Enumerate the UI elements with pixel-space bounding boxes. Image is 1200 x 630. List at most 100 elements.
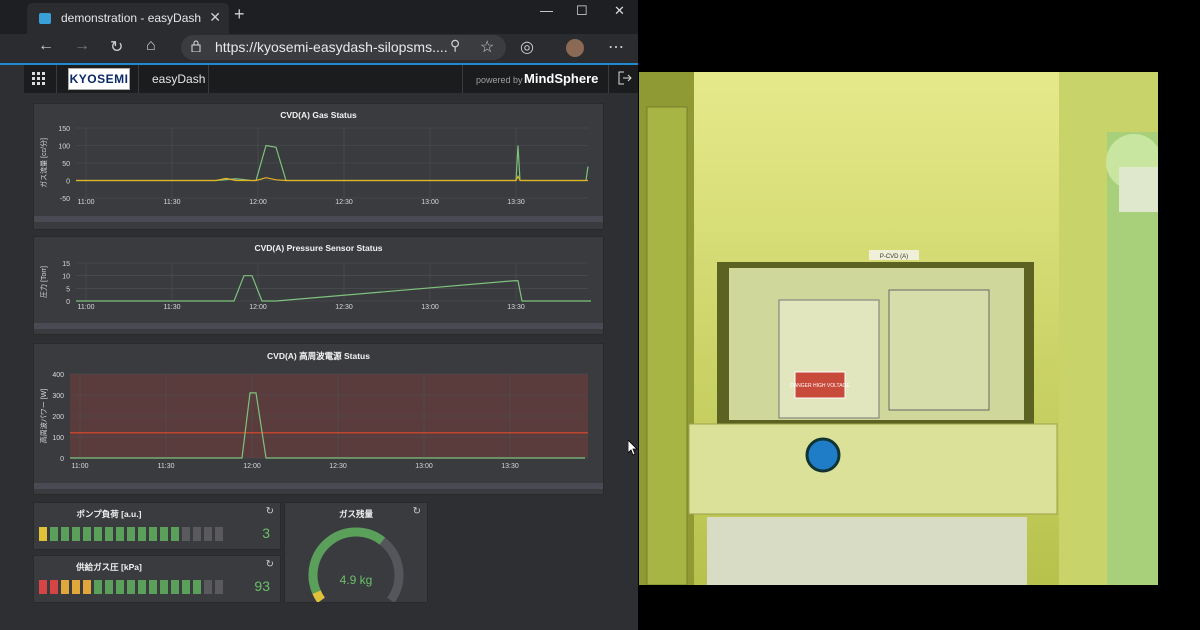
rf-power-status-panel: CVD(A) 高周波電源 Status 400 300 200 100 0 11:00 11…	[33, 343, 604, 495]
indicator-lamp-icon	[805, 437, 841, 473]
header-divider	[608, 65, 609, 93]
refresh-icon[interactable]: ↻	[110, 37, 123, 57]
refresh-icon[interactable]: ↻	[266, 559, 274, 570]
navigation-bar: ← → ↻ ⌂ https://kyosemi-easydash-silopsm…	[0, 34, 638, 63]
refresh-icon[interactable]: ↻	[266, 506, 274, 517]
chart-legend	[34, 483, 603, 489]
level-segment	[94, 527, 102, 541]
gas-status-panel: CVD(A) Gas Status 150 100 50 0 -50 11:00 11:30…	[33, 103, 604, 230]
logo-text: KYOSEMI	[69, 72, 129, 86]
level-segment	[72, 527, 80, 541]
level-segment	[193, 580, 201, 594]
level-segment	[116, 580, 124, 594]
level-segment	[105, 580, 113, 594]
level-segment	[105, 527, 113, 541]
logout-icon[interactable]	[618, 71, 632, 85]
level-segment	[72, 580, 80, 594]
more-menu-icon[interactable]: ⋯	[608, 37, 624, 57]
level-segment	[149, 580, 157, 594]
x-tick-label: 11:00	[72, 463, 89, 470]
app-grid-icon[interactable]	[32, 72, 46, 86]
level-segment	[171, 580, 179, 594]
close-tab-icon[interactable]: ✕	[209, 9, 221, 26]
mindsphere-brand: MindSphere	[524, 71, 599, 86]
refresh-icon[interactable]: ↻	[413, 506, 421, 517]
y-tick-label: 300	[52, 393, 64, 400]
forward-icon[interactable]: →	[74, 37, 90, 55]
x-tick-label: 12:00	[243, 463, 261, 470]
rf-power-status-chart: 400 300 200 100 0 11:00 11:30 12:00 12:30 13:00 13…	[39, 372, 588, 470]
level-segment	[149, 527, 157, 541]
pump-load-gauge: ポンプ負荷 [a.u.] ↻ 3	[33, 502, 281, 550]
pressure-status-panel: CVD(A) Pressure Sensor Status 15 10 5 0 11:0…	[33, 236, 604, 335]
level-segment	[171, 527, 179, 541]
y-axis-label: 高周波パワー [W]	[39, 389, 48, 443]
level-segment	[182, 527, 190, 541]
y-tick-label: 150	[58, 126, 70, 133]
minimize-icon[interactable]: —	[540, 3, 553, 18]
gauge-title: 供給ガス圧 [kPa]	[76, 562, 142, 572]
level-segment	[39, 580, 47, 594]
header-divider	[138, 65, 139, 93]
y-tick-label: 10	[62, 274, 70, 281]
level-segment	[182, 580, 190, 594]
chart-legend	[34, 323, 603, 329]
gauge-warning-zone	[312, 590, 325, 603]
browser-window: demonstration - easyDash ✕ + — ☐ ✕ ← → ↻…	[0, 0, 638, 630]
favorite-star-icon[interactable]: ☆	[480, 37, 494, 57]
back-icon[interactable]: ←	[38, 37, 54, 55]
camera-scene: DANGER HIGH VOLTAGE P-CVD (A)	[639, 72, 1158, 585]
close-window-icon[interactable]: ✕	[614, 3, 625, 19]
x-tick-label: 11:30	[158, 463, 175, 470]
y-tick-label: 400	[52, 372, 64, 379]
level-segment	[61, 527, 69, 541]
x-tick-label: 12:00	[249, 304, 267, 311]
maximize-icon[interactable]: ☐	[576, 3, 588, 19]
x-tick-label: 13:30	[507, 304, 525, 311]
site-favicon-icon	[39, 13, 51, 24]
url-text: https://kyosemi-easydash-silopsms....	[215, 39, 448, 55]
x-tick-label: 13:00	[421, 199, 439, 206]
level-segment	[160, 580, 168, 594]
camera-feed: DANGER HIGH VOLTAGE P-CVD (A)	[639, 72, 1158, 585]
level-segment	[127, 527, 135, 541]
app-header: KYOSEMI easyDash powered by MindSphere	[24, 65, 638, 93]
tab-title: demonstration - easyDash	[61, 11, 202, 25]
y-tick-label: 0	[66, 299, 70, 306]
level-segment	[94, 580, 102, 594]
x-tick-label: 11:30	[164, 199, 181, 206]
x-tick-label: 13:00	[421, 304, 439, 311]
gauge-value: 93	[254, 578, 270, 594]
pressure-status-chart: 15 10 5 0 11:00 11:30 12:00 12:30 13:00 13:30 圧力 […	[39, 261, 591, 311]
danger-text: DANGER HIGH VOLTAGE	[790, 383, 850, 389]
browser-tab[interactable]: demonstration - easyDash ✕	[27, 3, 229, 34]
chart-legend	[34, 216, 603, 222]
profile-avatar[interactable]	[566, 39, 584, 57]
gauge-value: 3	[262, 525, 270, 541]
gas-remaining-gauge: ガス残量 ↻ 4.9 kg	[284, 502, 428, 603]
x-tick-label: 12:30	[335, 199, 353, 206]
supply-pressure-bars	[39, 580, 223, 594]
level-segment	[116, 527, 124, 541]
level-segment	[61, 580, 69, 594]
gauge-title: ポンプ負荷 [a.u.]	[76, 509, 142, 519]
level-segment	[39, 527, 47, 541]
y-tick-label: 5	[66, 286, 70, 293]
zoom-icon[interactable]: ⚲	[450, 37, 460, 54]
extension-icon[interactable]: ◎	[520, 37, 534, 57]
home-icon[interactable]: ⌂	[146, 37, 156, 55]
level-segment	[215, 580, 223, 594]
tab-bar: demonstration - easyDash ✕ + — ☐ ✕	[0, 0, 638, 34]
x-tick-label: 11:00	[78, 304, 95, 311]
new-tab-icon[interactable]: +	[234, 4, 245, 25]
level-segment	[204, 580, 212, 594]
supply-pressure-gauge: 供給ガス圧 [kPa] ↻ 93	[33, 555, 281, 603]
header-divider	[208, 65, 209, 93]
x-tick-label: 13:30	[501, 463, 519, 470]
x-tick-label: 12:30	[335, 304, 353, 311]
level-segment	[50, 580, 58, 594]
level-segment	[215, 527, 223, 541]
x-tick-label: 12:30	[329, 463, 347, 470]
y-tick-label: 100	[52, 435, 64, 442]
kyosemi-logo: KYOSEMI	[68, 68, 130, 90]
